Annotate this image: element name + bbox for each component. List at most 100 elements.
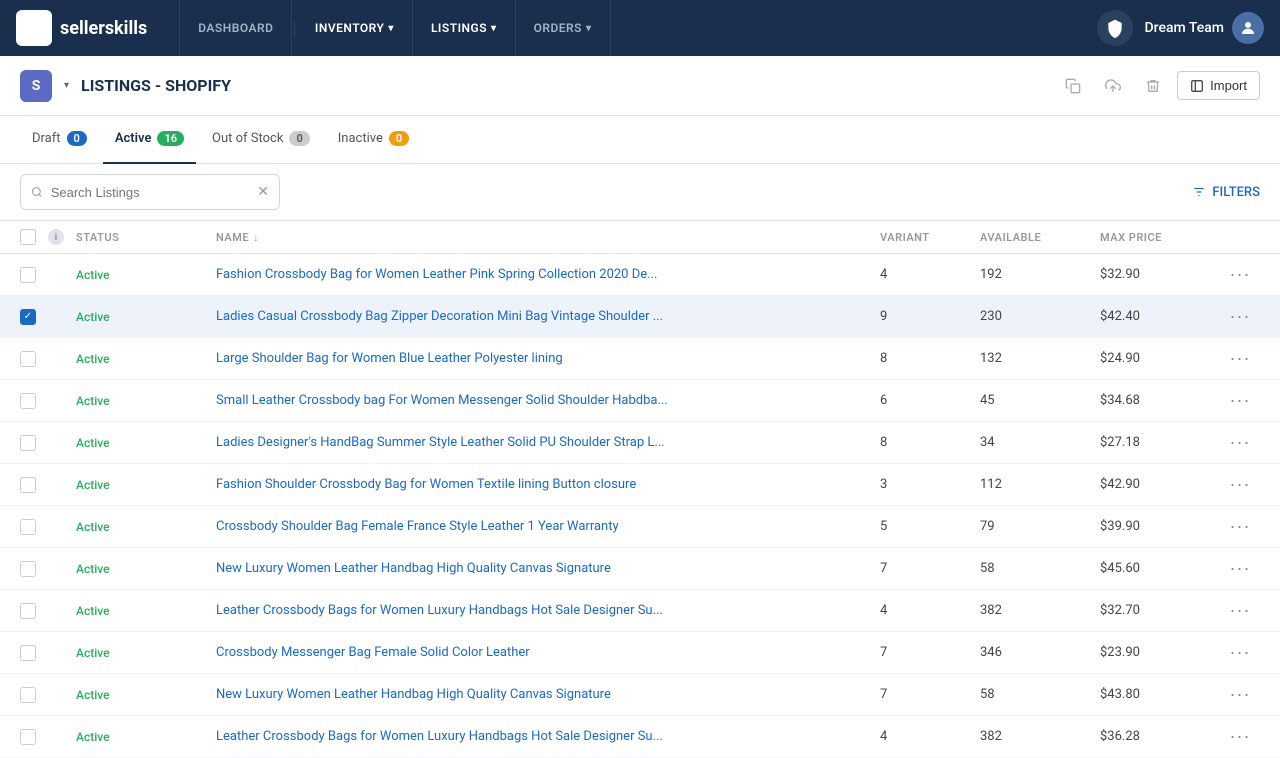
tab-draft[interactable]: Draft 0 — [20, 116, 99, 164]
row-checkbox[interactable] — [20, 561, 36, 577]
row-more-button[interactable]: ··· — [1220, 474, 1260, 495]
copy-button[interactable] — [1057, 70, 1089, 102]
row-more-button[interactable]: ··· — [1220, 684, 1260, 705]
row-product-name[interactable]: Crossbody Messenger Bag Female Solid Col… — [216, 645, 880, 660]
row-product-name[interactable]: Fashion Crossbody Bag for Women Leather … — [216, 267, 880, 282]
row-available: 58 — [980, 687, 1100, 702]
row-checkbox[interactable] — [20, 729, 36, 745]
row-more-button[interactable]: ··· — [1220, 558, 1260, 579]
table-row[interactable]: Active Large Shoulder Bag for Women Blue… — [0, 338, 1280, 380]
table-row[interactable]: Active Fashion Shoulder Crossbody Bag fo… — [0, 464, 1280, 506]
row-available: 34 — [980, 435, 1100, 450]
row-checkbox[interactable] — [20, 393, 36, 409]
row-available: 79 — [980, 519, 1100, 534]
select-all-checkbox[interactable] — [20, 229, 36, 245]
row-more-button[interactable]: ··· — [1220, 264, 1260, 285]
tabs-bar: Draft 0 Active 16 Out of Stock 0 Inactiv… — [0, 116, 1280, 164]
nav-listings[interactable]: LISTINGS ▾ — [413, 0, 516, 56]
row-product-name[interactable]: Ladies Casual Crossbody Bag Zipper Decor… — [216, 309, 880, 324]
row-variant: 5 — [880, 519, 980, 534]
toolbar-actions: Import — [1057, 70, 1260, 102]
row-max-price: $43.80 — [1100, 687, 1220, 702]
user-name: Dream Team — [1145, 20, 1224, 36]
row-variant: 8 — [880, 435, 980, 450]
table-row[interactable]: Active Crossbody Shoulder Bag Female Fra… — [0, 506, 1280, 548]
search-input[interactable] — [51, 185, 250, 200]
table-row[interactable]: ✓ Active Ladies Casual Crossbody Bag Zip… — [0, 296, 1280, 338]
user-menu[interactable]: Dream Team — [1145, 12, 1264, 44]
row-checkbox[interactable] — [20, 687, 36, 703]
nav-icon-button[interactable] — [1097, 10, 1133, 46]
row-product-name[interactable]: Fashion Shoulder Crossbody Bag for Women… — [216, 477, 880, 492]
filters-button[interactable]: FILTERS — [1192, 185, 1260, 200]
row-more-button[interactable]: ··· — [1220, 348, 1260, 369]
nav-dashboard[interactable]: DASHBOARD — [179, 0, 292, 56]
row-more-button[interactable]: ··· — [1220, 600, 1260, 621]
row-checkbox[interactable] — [20, 603, 36, 619]
row-product-name[interactable]: Ladies Designer's HandBag Summer Style L… — [216, 435, 880, 450]
col-status: STATUS — [76, 231, 216, 244]
table-row[interactable]: Active Ladies Designer's HandBag Summer … — [0, 422, 1280, 464]
row-checkbox[interactable] — [20, 267, 36, 283]
row-product-name[interactable]: Crossbody Shoulder Bag Female France Sty… — [216, 519, 880, 534]
row-checkbox[interactable] — [20, 519, 36, 535]
row-product-name[interactable]: New Luxury Women Leather Handbag High Qu… — [216, 687, 880, 702]
row-checkbox[interactable] — [20, 477, 36, 493]
row-variant: 7 — [880, 687, 980, 702]
table-row[interactable]: Active Leather Crossbody Bags for Women … — [0, 590, 1280, 632]
col-available: AVAILABLE — [980, 231, 1100, 244]
row-max-price: $42.40 — [1100, 309, 1220, 324]
tab-draft-label: Draft — [32, 131, 61, 146]
row-max-price: $32.70 — [1100, 603, 1220, 618]
table-row[interactable]: Active Leather Crossbody Bags for Women … — [0, 716, 1280, 758]
row-more-button[interactable]: ··· — [1220, 726, 1260, 747]
table-row[interactable]: Active Fashion Crossbody Bag for Women L… — [0, 254, 1280, 296]
row-max-price: $36.28 — [1100, 729, 1220, 744]
row-status: Active — [76, 646, 216, 660]
tab-inactive-badge: 0 — [389, 131, 409, 146]
tab-active-label: Active — [115, 131, 152, 146]
tab-out-of-stock[interactable]: Out of Stock 0 — [200, 116, 322, 164]
row-checkbox[interactable] — [20, 645, 36, 661]
row-available: 58 — [980, 561, 1100, 576]
nav-orders[interactable]: ORDERS ▾ — [516, 0, 611, 56]
info-icon[interactable]: i — [48, 229, 64, 245]
table-row[interactable]: Active New Luxury Women Leather Handbag … — [0, 548, 1280, 590]
row-more-button[interactable]: ··· — [1220, 390, 1260, 411]
filters-label: FILTERS — [1212, 185, 1260, 200]
search-box[interactable]: ✕ — [20, 174, 280, 210]
row-checkbox[interactable] — [20, 351, 36, 367]
row-max-price: $34.68 — [1100, 393, 1220, 408]
row-more-button[interactable]: ··· — [1220, 516, 1260, 537]
search-clear-button[interactable]: ✕ — [257, 184, 269, 200]
logo-icon — [16, 10, 52, 46]
row-product-name[interactable]: Leather Crossbody Bags for Women Luxury … — [216, 729, 880, 744]
row-checkbox[interactable] — [20, 435, 36, 451]
table-row[interactable]: Active Crossbody Messenger Bag Female So… — [0, 632, 1280, 674]
row-more-button[interactable]: ··· — [1220, 432, 1260, 453]
row-status: Active — [76, 604, 216, 618]
nav-inventory[interactable]: INVENTORY ▾ — [297, 0, 413, 56]
delete-button[interactable] — [1137, 70, 1169, 102]
row-available: 382 — [980, 603, 1100, 618]
col-name[interactable]: NAME ↓ — [216, 231, 880, 244]
store-dropdown[interactable]: ▾ — [64, 80, 69, 91]
import-button[interactable]: Import — [1177, 71, 1260, 100]
table-row[interactable]: Active Small Leather Crossbody bag For W… — [0, 380, 1280, 422]
tab-inactive[interactable]: Inactive 0 — [326, 116, 421, 164]
upload-button[interactable] — [1097, 70, 1129, 102]
row-product-name[interactable]: New Luxury Women Leather Handbag High Qu… — [216, 561, 880, 576]
row-product-name[interactable]: Large Shoulder Bag for Women Blue Leathe… — [216, 351, 880, 366]
logo[interactable]: sellerskills — [16, 10, 147, 46]
table-row[interactable]: Active New Luxury Women Leather Handbag … — [0, 674, 1280, 716]
row-more-button[interactable]: ··· — [1220, 306, 1260, 327]
row-product-name[interactable]: Leather Crossbody Bags for Women Luxury … — [216, 603, 880, 618]
tab-active[interactable]: Active 16 — [103, 116, 196, 164]
row-more-button[interactable]: ··· — [1220, 642, 1260, 663]
row-status: Active — [76, 520, 216, 534]
row-checkbox[interactable]: ✓ — [20, 309, 36, 325]
row-variant: 8 — [880, 351, 980, 366]
row-variant: 7 — [880, 561, 980, 576]
tab-oos-label: Out of Stock — [212, 131, 283, 146]
row-product-name[interactable]: Small Leather Crossbody bag For Women Me… — [216, 393, 880, 408]
